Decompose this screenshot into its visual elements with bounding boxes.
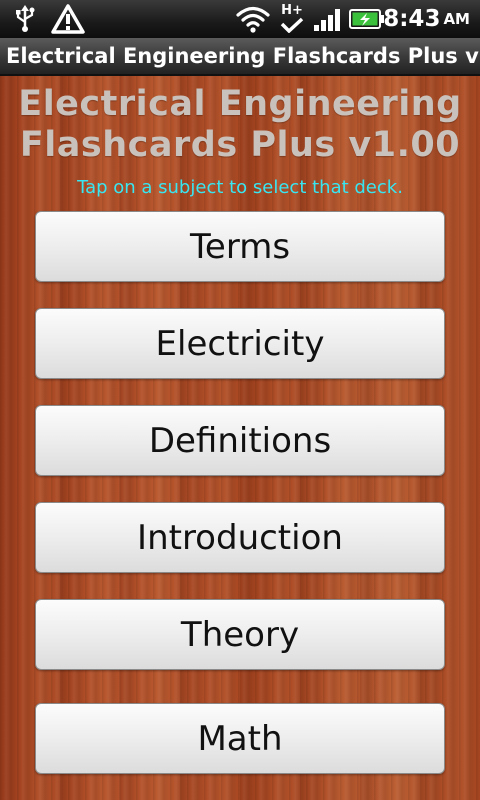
- instruction-text: Tap on a subject to select that deck.: [77, 177, 403, 198]
- warning-icon: [50, 4, 86, 34]
- signal-icon: [312, 4, 344, 34]
- usb-icon: [10, 4, 40, 34]
- deck-button-electricity[interactable]: Electricity: [35, 308, 445, 379]
- deck-button-theory[interactable]: Theory: [35, 599, 445, 670]
- deck-button-terms[interactable]: Terms: [35, 211, 445, 282]
- deck-chooser: Electrical Engineering Flashcards Plus v…: [0, 76, 480, 800]
- clock: 8:43 AM: [383, 6, 470, 32]
- app-title-bar: Electrical Engineering Flashcards Plus v…: [0, 38, 480, 76]
- wifi-icon: [235, 4, 271, 34]
- deck-button-introduction[interactable]: Introduction: [35, 502, 445, 573]
- network-hplus-icon: H+: [277, 4, 307, 34]
- battery-charging-icon: [348, 4, 386, 34]
- status-bar: H+ 8:43 AM: [0, 0, 480, 38]
- deck-button-definitions[interactable]: Definitions: [35, 405, 445, 476]
- page-title: Electrical Engineering Flashcards Plus v…: [18, 84, 462, 165]
- deck-button-math[interactable]: Math: [35, 703, 445, 774]
